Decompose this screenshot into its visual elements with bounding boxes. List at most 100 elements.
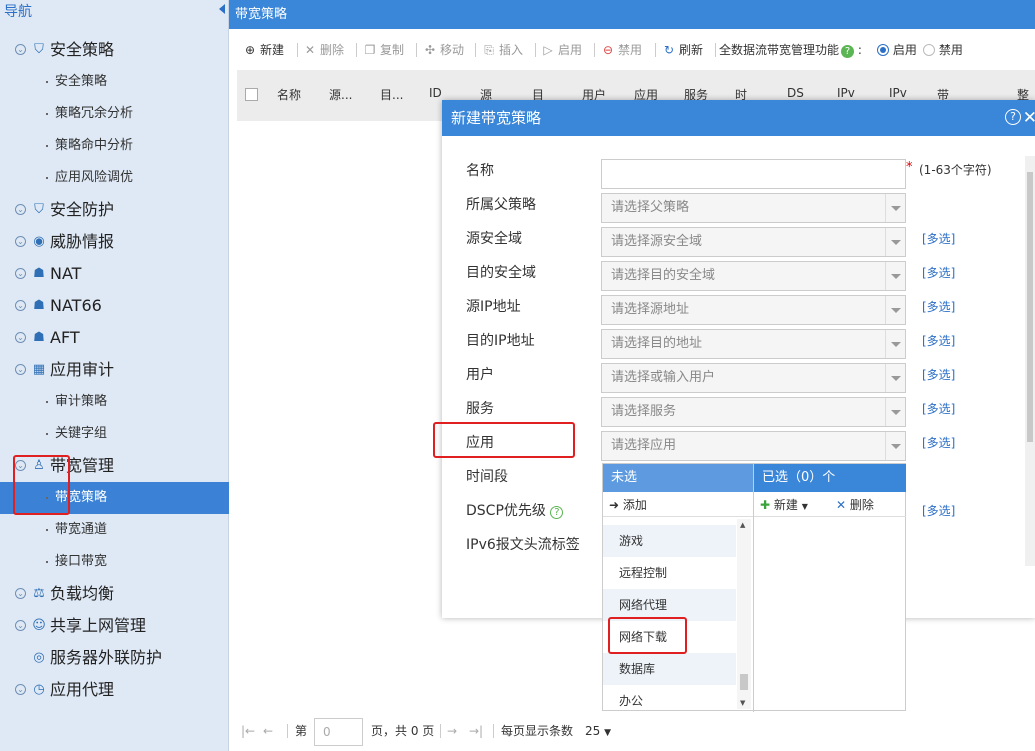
sidebar-item-19[interactable]: ⌄◎服务器外联防护: [0, 642, 229, 674]
sidebar-item-8[interactable]: ⌄ ☗ NAT66: [0, 290, 229, 322]
name-input[interactable]: [601, 159, 906, 189]
service-multi-link[interactable]: [多选]: [922, 400, 955, 417]
chevron-down-icon: [885, 432, 905, 460]
sidebar-item-9[interactable]: ⌄ ☗ AFT: [0, 322, 229, 354]
dscp-multi-link[interactable]: [多选]: [922, 502, 955, 519]
dialog-header: 新建带宽策略 ? ✕: [442, 100, 1035, 136]
column-header[interactable]: 源...: [329, 86, 352, 103]
refresh-button[interactable]: ↻ 刷新: [662, 37, 703, 63]
per-page-value: 25: [585, 724, 601, 738]
sidebar-item-label: 安全策略: [50, 40, 115, 59]
sidebar-item-4[interactable]: 应用风险调优: [0, 162, 229, 194]
sidebar-item-16[interactable]: 接口带宽: [0, 546, 229, 578]
expand-icon[interactable]: ⌄: [15, 44, 26, 55]
column-header[interactable]: ID: [429, 86, 442, 100]
column-header[interactable]: 名称: [277, 86, 301, 103]
sidebar-item-17[interactable]: ⌄ ⚖ 负载均衡: [0, 578, 229, 610]
sidebar-item-2[interactable]: 策略冗余分析: [0, 98, 229, 130]
sidebar-item-label: 安全防护: [50, 200, 115, 219]
column-header[interactable]: 目...: [380, 86, 403, 103]
dst-zone-select[interactable]: 请选择目的安全域: [601, 261, 906, 291]
expand-icon[interactable]: ⌄: [15, 236, 26, 247]
last-page-icon[interactable]: →|: [469, 718, 483, 744]
new-button[interactable]: ⊕ 新建: [243, 37, 284, 63]
next-page-icon[interactable]: →: [447, 718, 457, 744]
app-option-item[interactable]: 数据库: [603, 653, 736, 685]
expand-icon[interactable]: ⌄: [15, 620, 26, 631]
picker-delete-button[interactable]: ✕ 删除: [836, 493, 874, 517]
dst-ip-multi-link[interactable]: [多选]: [922, 332, 955, 349]
sidebar-item-0[interactable]: ⌄ ⛉ 安全策略: [0, 34, 229, 66]
sidebar-item-1[interactable]: 安全策略: [0, 66, 229, 98]
column-header[interactable]: IPv: [837, 86, 855, 100]
sidebar-item-12[interactable]: 关键字组: [0, 418, 229, 450]
insert-label: 插入: [499, 43, 524, 57]
service-select[interactable]: 请选择服务: [601, 397, 906, 427]
sidebar-item-3[interactable]: 策略命中分析: [0, 130, 229, 162]
sidebar-item-7[interactable]: ⌄ ☗ NAT: [0, 258, 229, 290]
help-icon[interactable]: ?: [1005, 109, 1021, 125]
bullet-icon: [46, 81, 48, 83]
sidebar-item-18[interactable]: ⌄ ☺ 共享上网管理: [0, 610, 229, 642]
expand-icon[interactable]: ⌄: [15, 300, 26, 311]
minus-circle-icon: ⊖: [602, 43, 614, 57]
src-ip-select[interactable]: 请选择源地址: [601, 295, 906, 325]
select-all-checkbox[interactable]: [245, 88, 258, 101]
src-zone-multi-link[interactable]: [多选]: [922, 230, 955, 247]
enable-button[interactable]: ▷ 启用: [541, 37, 582, 63]
global-disable-radio[interactable]: 禁用: [923, 37, 963, 63]
global-enable-radio[interactable]: 启用: [877, 37, 917, 63]
page-number-input[interactable]: 0: [314, 718, 363, 746]
column-header[interactable]: DS: [787, 86, 804, 100]
chevron-down-icon: [885, 330, 905, 358]
dst-zone-multi-link[interactable]: [多选]: [922, 264, 955, 281]
expand-icon[interactable]: ⌄: [15, 364, 26, 375]
picker-new-button[interactable]: ✚ 新建 ▼: [760, 493, 808, 519]
expand-icon[interactable]: ⌄: [15, 204, 26, 215]
new-label: 新建: [260, 43, 285, 57]
move-button[interactable]: ✣ 移动: [423, 37, 464, 63]
expand-icon[interactable]: ⌄: [15, 268, 26, 279]
dst-zone-placeholder: 请选择目的安全域: [611, 268, 716, 283]
copy-button[interactable]: ❐ 复制: [363, 37, 404, 63]
sidebar-item-20[interactable]: ⌄ ◷ 应用代理: [0, 674, 229, 706]
app-option-item[interactable]: 游戏: [603, 525, 736, 557]
add-button[interactable]: ➜ 添加: [603, 493, 753, 517]
insert-button[interactable]: ⎘ 插入: [482, 37, 523, 63]
disable-button[interactable]: ⊖ 禁用: [601, 37, 642, 63]
expand-icon[interactable]: ⌄: [15, 684, 26, 695]
sidebar-item-15[interactable]: 带宽通道: [0, 514, 229, 546]
parent-policy-select[interactable]: 请选择父策略: [601, 193, 906, 223]
close-icon[interactable]: ✕: [1023, 100, 1035, 136]
app-multi-link[interactable]: [多选]: [922, 434, 955, 451]
dst-ip-select[interactable]: 请选择目的地址: [601, 329, 906, 359]
per-page-select[interactable]: 25 ▼: [585, 718, 611, 744]
sidebar-item-5[interactable]: ⌄ ⛉ 安全防护: [0, 194, 229, 226]
help-icon[interactable]: ?: [550, 506, 564, 519]
dst-ip-placeholder: 请选择目的地址: [611, 336, 703, 351]
expand-icon[interactable]: ⌄: [15, 332, 26, 343]
app-select[interactable]: 请选择应用: [601, 431, 906, 461]
src-zone-select[interactable]: 请选择源安全域: [601, 227, 906, 257]
first-page-icon[interactable]: |←: [241, 718, 255, 744]
highlight-network-download: [608, 617, 687, 654]
delete-button[interactable]: ✕ 删除: [303, 37, 344, 63]
src-ip-multi-link[interactable]: [多选]: [922, 298, 955, 315]
sidebar-item-6[interactable]: ⌄ ◉ 威胁情报: [0, 226, 229, 258]
user-multi-link[interactable]: [多选]: [922, 366, 955, 383]
app-option-item[interactable]: 办公: [603, 685, 736, 717]
prev-page-icon[interactable]: ←: [263, 718, 273, 744]
column-header[interactable]: IPv: [889, 86, 907, 100]
expand-icon[interactable]: ⌄: [15, 588, 26, 599]
collapse-sidebar-icon[interactable]: [219, 4, 225, 14]
app-option-item[interactable]: 远程控制: [603, 557, 736, 589]
dscp-label: DSCP优先级 ?: [466, 500, 564, 520]
sidebar-item-10[interactable]: ⌄ ▦ 应用审计: [0, 354, 229, 386]
options-scrollbar[interactable]: ▲ ▼: [737, 519, 751, 709]
user-select[interactable]: 请选择或输入用户: [601, 363, 906, 393]
refresh-icon: ↻: [663, 43, 675, 57]
dialog-scrollbar[interactable]: [1025, 156, 1035, 566]
app-placeholder: 请选择应用: [611, 438, 677, 453]
sidebar-item-11[interactable]: 审计策略: [0, 386, 229, 418]
enable-label: 启用: [558, 43, 583, 57]
